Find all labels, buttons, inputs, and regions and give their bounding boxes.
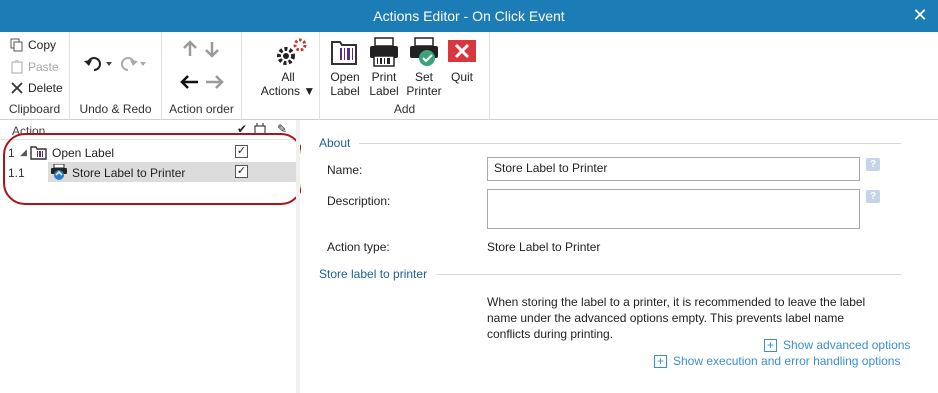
quit-text: Quit <box>450 70 473 84</box>
description-label: Description: <box>327 194 391 208</box>
all-actions-button[interactable]: All Actions ▼ <box>258 36 318 98</box>
show-execution-label: Show execution and error handling option… <box>673 354 901 368</box>
description-field[interactable] <box>487 189 860 229</box>
action-details-panel: About Name: Store Label to Printer ? Des… <box>301 120 938 393</box>
open-label-icon <box>328 36 362 68</box>
set-printer-button[interactable]: Set Printer <box>404 36 444 98</box>
store-section-title: Store label to printer <box>319 267 428 281</box>
delete-button[interactable]: Delete <box>10 79 63 97</box>
action-tree-panel: Action ✔ ✎ 1 ◢ Open Label ✓ 1.1 Store La… <box>0 120 303 393</box>
quit-button[interactable]: Quit <box>444 36 480 84</box>
paste-label: Paste <box>28 60 59 74</box>
expand-plus-icon: + <box>654 354 667 368</box>
undo-icon <box>84 57 112 71</box>
open-label-button[interactable]: Open Label <box>326 36 364 98</box>
dropdown-arrow-icon: ▼ <box>303 84 316 98</box>
help-icon[interactable]: ? <box>866 190 880 203</box>
move-left-icon[interactable] <box>180 74 200 93</box>
printer-icon <box>367 36 401 68</box>
paste-icon <box>10 60 24 74</box>
all-actions-group: All Actions ▼ <box>242 32 320 120</box>
open-label-text-1: Open <box>330 70 360 84</box>
gears-icon <box>271 36 307 68</box>
delete-icon <box>10 81 24 95</box>
about-section-title: About <box>319 136 351 150</box>
clipboard-group-label: Clipboard <box>8 102 61 116</box>
store-divider <box>437 274 901 275</box>
show-advanced-options-link[interactable]: + Show advanced options <box>764 338 910 352</box>
show-execution-options-link[interactable]: + Show execution and error handling opti… <box>654 354 900 368</box>
highlight-annotation-circle <box>3 133 303 205</box>
add-group-label: Add <box>393 102 416 116</box>
window-title: Actions Editor - On Click Event <box>373 8 565 24</box>
print-label-text-1: Print <box>371 70 397 84</box>
expand-plus-icon: + <box>764 338 777 352</box>
undo-redo-group-label: Undo & Redo <box>79 102 152 116</box>
clipboard-group: Copy Paste Delete Clipboard <box>0 32 70 120</box>
title-bar: Actions Editor - On Click Event ✕ <box>0 0 938 32</box>
close-icon[interactable]: ✕ <box>910 5 930 25</box>
delete-label: Delete <box>28 81 63 95</box>
set-printer-icon <box>407 36 441 68</box>
action-order-group: Action order <box>162 32 242 120</box>
action-order-group-label: Action order <box>169 102 234 116</box>
info-text: When storing the label to a printer, it … <box>487 295 866 341</box>
undo-redo-group: Undo & Redo <box>70 32 162 120</box>
action-type-label: Action type: <box>327 240 390 254</box>
about-divider <box>359 143 901 144</box>
name-field[interactable]: Store Label to Printer <box>487 157 860 181</box>
set-printer-text-2: Printer <box>406 84 442 98</box>
copy-label: Copy <box>28 38 57 52</box>
action-type-value: Store Label to Printer <box>487 240 601 254</box>
paste-button[interactable]: Paste <box>10 58 59 76</box>
redo-button[interactable] <box>118 54 148 75</box>
set-printer-text-1: Set <box>414 70 433 84</box>
print-label-button[interactable]: Print Label <box>364 36 404 98</box>
copy-button[interactable]: Copy <box>10 36 56 54</box>
copy-icon <box>10 38 24 52</box>
redo-icon <box>121 57 146 71</box>
help-icon[interactable]: ? <box>866 158 880 171</box>
name-label: Name: <box>327 163 363 177</box>
show-advanced-label: Show advanced options <box>783 338 911 352</box>
move-down-icon[interactable] <box>204 40 220 61</box>
move-right-icon[interactable] <box>204 74 224 93</box>
all-actions-label-2: Actions <box>260 84 301 98</box>
ribbon: Copy Paste Delete Clipboard Undo & Redo … <box>0 32 938 120</box>
quit-icon <box>445 36 479 68</box>
open-label-text-2: Label <box>330 84 360 98</box>
move-up-icon[interactable] <box>182 40 198 61</box>
tree-scrollbar[interactable] <box>296 120 300 393</box>
all-actions-label-1: All <box>281 70 295 84</box>
add-group: Open Label Print Label Set Printer Quit … <box>320 32 490 120</box>
print-label-text-2: Label <box>369 84 399 98</box>
undo-button[interactable] <box>84 54 114 75</box>
